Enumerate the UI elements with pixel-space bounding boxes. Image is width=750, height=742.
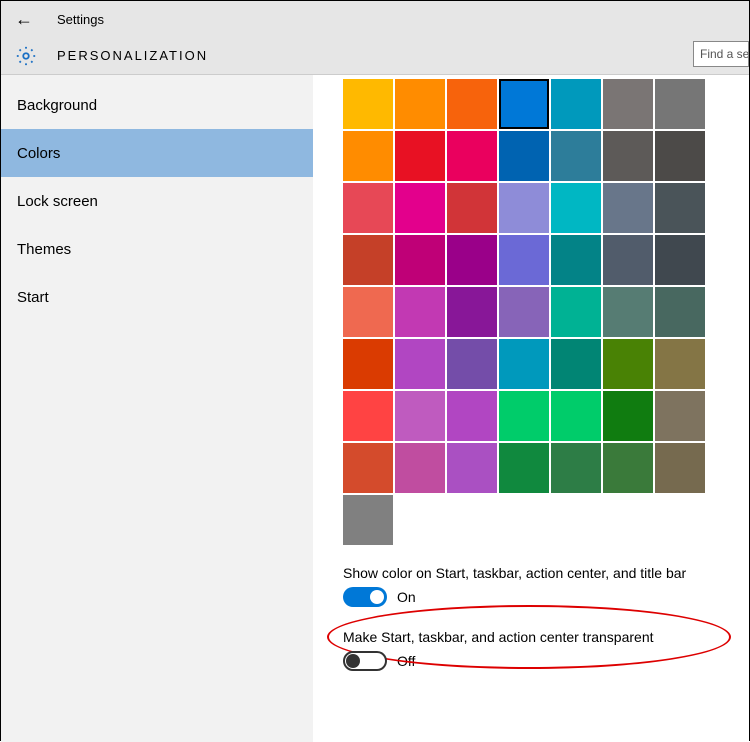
color-swatch[interactable] — [655, 79, 705, 129]
color-swatch-extra[interactable] — [343, 495, 393, 545]
sidebar-item-themes[interactable]: Themes — [1, 225, 313, 273]
color-swatch[interactable] — [655, 339, 705, 389]
color-swatch[interactable] — [655, 287, 705, 337]
color-swatch[interactable] — [603, 183, 653, 233]
color-swatch[interactable] — [447, 339, 497, 389]
color-swatch[interactable] — [343, 235, 393, 285]
color-swatch[interactable] — [551, 131, 601, 181]
color-swatch[interactable] — [395, 235, 445, 285]
category-bar: PERSONALIZATION Find a set — [1, 37, 749, 75]
window-title: Settings — [57, 12, 104, 27]
color-swatch[interactable] — [655, 235, 705, 285]
color-swatch[interactable] — [343, 79, 393, 129]
setting-show-color-label: Show color on Start, taskbar, action cen… — [343, 565, 749, 581]
sidebar-item-lock-screen[interactable]: Lock screen — [1, 177, 313, 225]
color-swatch[interactable] — [551, 183, 601, 233]
color-swatch[interactable] — [499, 131, 549, 181]
color-swatch[interactable] — [551, 235, 601, 285]
color-swatch[interactable] — [395, 339, 445, 389]
title-bar: ← Settings — [1, 1, 749, 37]
color-swatch[interactable] — [447, 79, 497, 129]
color-swatch[interactable] — [499, 235, 549, 285]
color-swatch[interactable] — [343, 443, 393, 493]
sidebar: BackgroundColorsLock screenThemesStart — [1, 75, 313, 742]
toggle-show-color-state: On — [397, 589, 416, 605]
color-swatch[interactable] — [655, 183, 705, 233]
color-swatch[interactable] — [499, 339, 549, 389]
color-swatch[interactable] — [447, 183, 497, 233]
gear-icon — [15, 45, 37, 67]
color-swatch[interactable] — [551, 287, 601, 337]
color-swatch[interactable] — [447, 131, 497, 181]
color-swatch[interactable] — [603, 339, 653, 389]
color-swatch[interactable] — [395, 287, 445, 337]
color-swatch[interactable] — [655, 443, 705, 493]
content-pane: Show color on Start, taskbar, action cen… — [313, 75, 749, 742]
color-swatch[interactable] — [395, 183, 445, 233]
setting-transparency: Make Start, taskbar, and action center t… — [343, 629, 749, 671]
color-swatch[interactable] — [551, 79, 601, 129]
color-swatch[interactable] — [499, 79, 549, 129]
color-swatch[interactable] — [603, 79, 653, 129]
color-swatch[interactable] — [447, 235, 497, 285]
color-swatch[interactable] — [603, 131, 653, 181]
color-swatch[interactable] — [395, 79, 445, 129]
sidebar-item-colors[interactable]: Colors — [1, 129, 313, 177]
color-swatch[interactable] — [447, 391, 497, 441]
setting-transparency-label: Make Start, taskbar, and action center t… — [343, 629, 749, 645]
color-swatch[interactable] — [395, 443, 445, 493]
color-swatch[interactable] — [603, 443, 653, 493]
color-swatch[interactable] — [343, 183, 393, 233]
toggle-transparency[interactable] — [343, 651, 387, 671]
sidebar-item-background[interactable]: Background — [1, 81, 313, 129]
color-swatch[interactable] — [499, 443, 549, 493]
color-swatch[interactable] — [447, 443, 497, 493]
color-swatch[interactable] — [551, 443, 601, 493]
color-swatch[interactable] — [343, 131, 393, 181]
category-title: PERSONALIZATION — [57, 48, 208, 63]
color-swatch[interactable] — [343, 391, 393, 441]
color-swatch[interactable] — [655, 131, 705, 181]
color-swatch[interactable] — [603, 235, 653, 285]
color-swatch[interactable] — [603, 287, 653, 337]
color-swatch[interactable] — [395, 391, 445, 441]
color-swatch[interactable] — [655, 391, 705, 441]
color-swatch[interactable] — [499, 391, 549, 441]
back-button[interactable]: ← — [15, 10, 57, 28]
toggle-show-color[interactable] — [343, 587, 387, 607]
color-swatch[interactable] — [603, 391, 653, 441]
setting-show-color: Show color on Start, taskbar, action cen… — [343, 565, 749, 607]
toggle-transparency-state: Off — [397, 653, 415, 669]
color-swatch[interactable] — [499, 183, 549, 233]
color-grid — [343, 75, 749, 493]
sidebar-item-start[interactable]: Start — [1, 273, 313, 321]
color-swatch[interactable] — [395, 131, 445, 181]
color-swatch[interactable] — [343, 287, 393, 337]
search-input[interactable]: Find a set — [693, 41, 749, 67]
search-placeholder: Find a set — [700, 47, 749, 61]
color-swatch[interactable] — [551, 391, 601, 441]
color-swatch[interactable] — [551, 339, 601, 389]
color-swatch[interactable] — [343, 339, 393, 389]
color-swatch[interactable] — [447, 287, 497, 337]
color-swatch[interactable] — [499, 287, 549, 337]
